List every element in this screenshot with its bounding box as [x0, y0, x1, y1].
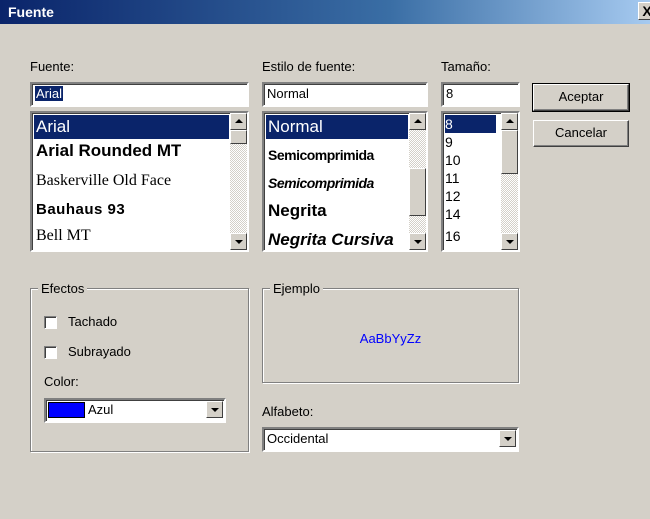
close-button[interactable]: X	[638, 2, 650, 20]
color-dropdown-button[interactable]	[206, 401, 223, 418]
window-title: Fuente	[8, 4, 54, 20]
arrow-down-icon	[414, 240, 422, 244]
font-size-input[interactable]: 8	[441, 82, 520, 107]
script-label: Alfabeto:	[262, 404, 314, 419]
style-label: Estilo de fuente:	[262, 59, 356, 74]
font-size-value: 8	[446, 86, 454, 101]
arrow-down-icon	[235, 240, 243, 244]
style-list-scrollbar[interactable]	[409, 113, 426, 250]
size-item[interactable]: 10	[445, 151, 461, 169]
font-label: Fuente:	[30, 59, 75, 74]
style-item-semicondensed[interactable]: Semicomprimida	[266, 147, 410, 163]
underline-label[interactable]: Subrayado	[68, 344, 131, 359]
effects-legend: Efectos	[38, 281, 88, 296]
scroll-down-button[interactable]	[501, 233, 518, 250]
chevron-down-icon	[211, 408, 219, 412]
style-item-bold[interactable]: Negrita	[266, 201, 410, 221]
size-item[interactable]: 14	[445, 205, 461, 223]
font-item-arial[interactable]: Arial	[34, 115, 229, 139]
scroll-up-button[interactable]	[501, 113, 518, 130]
font-name-input[interactable]: Arial	[30, 82, 249, 107]
font-list-scrollbar[interactable]	[230, 113, 247, 250]
arrow-up-icon	[235, 119, 243, 123]
color-value: Azul	[88, 402, 114, 417]
font-style-value: Normal	[267, 86, 309, 101]
size-list-scrollbar[interactable]	[501, 113, 518, 250]
underline-checkbox[interactable]	[44, 346, 57, 359]
style-item-bold-italic[interactable]: Negrita Cursiva	[266, 230, 410, 250]
color-swatch	[48, 402, 85, 418]
color-label: Color:	[44, 374, 79, 389]
font-item-bell[interactable]: Bell MT	[34, 227, 91, 245]
font-style-list[interactable]: Normal Semicomprimida Semicomprimida Neg…	[262, 111, 428, 252]
script-dropdown-button[interactable]	[499, 430, 516, 447]
size-item[interactable]: 11	[445, 169, 460, 187]
arrow-up-icon	[506, 119, 514, 123]
scroll-thumb[interactable]	[501, 130, 518, 174]
font-item-bauhaus[interactable]: Bauhaus 93	[34, 201, 125, 218]
effects-group	[30, 288, 249, 452]
strikeout-checkbox[interactable]	[44, 316, 57, 329]
cancel-button[interactable]: Cancelar	[533, 120, 629, 147]
size-item[interactable]: 8	[445, 115, 496, 133]
font-item-arial-rounded[interactable]: Arial Rounded MT	[34, 141, 181, 161]
arrow-up-icon	[414, 119, 422, 123]
font-list[interactable]: Arial Arial Rounded MT Baskerville Old F…	[30, 111, 249, 252]
color-select[interactable]: Azul	[44, 398, 226, 423]
size-item[interactable]: 9	[445, 133, 453, 151]
scroll-thumb[interactable]	[230, 130, 247, 144]
scroll-down-button[interactable]	[230, 233, 247, 250]
scroll-up-button[interactable]	[230, 113, 247, 130]
ok-button[interactable]: Aceptar	[532, 83, 630, 112]
scroll-thumb[interactable]	[409, 168, 426, 216]
font-style-input[interactable]: Normal	[262, 82, 428, 107]
title-bar: Fuente	[0, 0, 650, 24]
size-item[interactable]: 16	[445, 227, 461, 245]
size-item[interactable]: 12	[445, 187, 461, 205]
size-label: Tamaño:	[441, 59, 491, 74]
font-item-baskerville[interactable]: Baskerville Old Face	[34, 172, 171, 190]
style-item-semicondensed-italic[interactable]: Semicomprimida	[266, 175, 410, 191]
sample-legend: Ejemplo	[270, 281, 323, 296]
scroll-down-button[interactable]	[409, 233, 426, 250]
strikeout-label[interactable]: Tachado	[68, 314, 117, 329]
script-value: Occidental	[267, 431, 329, 446]
style-item-normal[interactable]: Normal	[266, 115, 408, 139]
chevron-down-icon	[504, 437, 512, 441]
sample-text: AaBbYyZz	[359, 331, 422, 346]
font-size-list[interactable]: 8 9 10 11 12 14 16	[441, 111, 520, 252]
scroll-up-button[interactable]	[409, 113, 426, 130]
arrow-down-icon	[506, 240, 514, 244]
script-select[interactable]: Occidental	[262, 427, 519, 452]
font-name-value: Arial	[35, 86, 64, 101]
